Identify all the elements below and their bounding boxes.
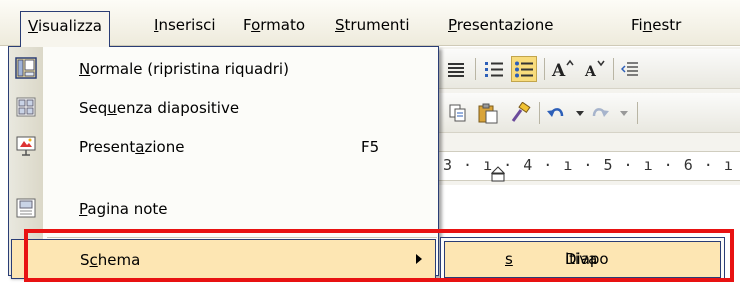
bullet-list-icon[interactable] <box>511 56 537 82</box>
menu-formato-label: rmato <box>260 16 306 34</box>
normal-view-icon <box>14 56 38 80</box>
label-accesskey: s <box>505 250 513 268</box>
decrease-font-size-icon[interactable]: A <box>581 56 607 82</box>
menu-bar: Visualizza Inserisci Formato Strumenti P… <box>0 0 740 47</box>
ruler-ticks: 3 · ı · 4 · ı · 5 · ı · 6 · ı · <box>443 156 740 174</box>
toolbar-separator <box>613 58 614 80</box>
slide-canvas <box>437 185 740 237</box>
toolbar-separator <box>637 102 638 124</box>
application-background: A A 3 · ı · 4 · ı · 5 · ı · 6 · ı · <box>437 47 740 237</box>
label-accesskey: u <box>107 99 117 117</box>
label-rest: zione <box>144 138 185 156</box>
menu-item-normal-label: Normale (ripristina riquadri) <box>79 49 289 89</box>
label-accesskey: c <box>89 251 98 269</box>
label-rest: enza diapositive <box>116 99 240 117</box>
submenu-item-diapositiva[interactable]: Diapo s itiva <box>444 241 721 278</box>
menu-item-notes-page-label: Pagina note <box>79 189 168 229</box>
menu-item-slideshow-shortcut: F5 <box>361 138 380 156</box>
menu-separator <box>47 237 437 238</box>
increase-font-size-icon[interactable]: A <box>549 56 575 82</box>
menu-inserisci[interactable]: Inserisci <box>147 11 223 39</box>
label-prefix: S <box>80 251 90 269</box>
view-menu-dropdown: Normale (ripristina riquadri) Sequenza d… <box>8 46 439 279</box>
notes-page-icon <box>14 196 38 220</box>
label-rest: agina note <box>87 200 168 218</box>
menu-visualizza-accesskey: V <box>28 17 38 35</box>
toolbar-separator <box>544 58 545 80</box>
copy-icon[interactable] <box>445 100 471 126</box>
menu-presentazione-label: resentazione <box>456 16 554 34</box>
justify-icon[interactable] <box>443 56 469 82</box>
standard-toolbar <box>437 93 740 133</box>
svg-text:A: A <box>551 61 566 79</box>
slideshow-icon <box>14 134 38 158</box>
menu-finestra-label: estr <box>652 16 682 34</box>
toolbar-separator <box>539 102 540 124</box>
menu-formato-accesskey: o <box>251 16 261 34</box>
toolbar-separator <box>475 58 476 80</box>
menu-strumenti-accesskey: S <box>335 16 345 34</box>
menu-item-normal[interactable]: Normale (ripristina riquadri) <box>9 49 438 89</box>
submenu-arrow-icon <box>416 254 422 264</box>
schema-submenu: Diapo s itiva <box>440 237 725 282</box>
menu-formato-prefix: F <box>243 16 252 34</box>
slide-sorter-icon <box>14 95 38 119</box>
decrease-indent-icon[interactable] <box>617 56 643 82</box>
menu-item-slideshow-label: Presentazione <box>79 127 184 167</box>
label-prefix: Present <box>79 138 136 156</box>
menu-finestra[interactable]: Finestr <box>624 11 688 39</box>
menu-visualizza[interactable]: Visualizza <box>20 11 110 47</box>
menu-item-schema[interactable]: Schema <box>11 239 436 279</box>
menu-strumenti-label: trumenti <box>344 16 410 34</box>
menu-item-slideshow[interactable]: Presentazione F5 <box>9 127 438 167</box>
undo-icon[interactable] <box>543 100 569 126</box>
menu-finestra-prefix: Fi <box>631 16 643 34</box>
label-prefix: Seq <box>79 99 108 117</box>
label-rest: itiva <box>565 250 598 268</box>
redo-icon[interactable] <box>587 100 613 126</box>
formatting-toolbar: A A <box>437 49 740 89</box>
menu-item-slide-sorter-label: Sequenza diapositive <box>79 88 239 128</box>
numbered-list-icon[interactable] <box>481 56 507 82</box>
menu-item-schema-label: Schema <box>80 240 140 280</box>
label-rest: ormale (ripristina riquadri) <box>90 60 289 78</box>
menu-formato[interactable]: Formato <box>236 11 312 39</box>
paste-icon[interactable] <box>475 100 501 126</box>
label-rest: hema <box>97 251 141 269</box>
menu-finestra-accesskey: n <box>642 16 653 34</box>
redo-dropdown-icon[interactable] <box>611 100 637 126</box>
menu-item-notes-page[interactable]: Pagina note <box>9 189 438 229</box>
submenu-item-diapositiva-label: Diapo s itiva <box>505 242 609 277</box>
menu-item-slide-sorter[interactable]: Sequenza diapositive <box>9 88 438 128</box>
horizontal-ruler[interactable]: 3 · ı · 4 · ı · 5 · ı · 6 · ı · <box>437 151 740 182</box>
format-painter-icon[interactable] <box>507 100 533 126</box>
svg-text:A: A <box>584 64 597 79</box>
label-accesskey: N <box>79 60 91 78</box>
menu-strumenti[interactable]: Strumenti <box>328 11 416 39</box>
indent-marker-icon[interactable] <box>491 166 505 182</box>
menu-presentazione[interactable]: Presentazione <box>441 11 560 39</box>
menu-visualizza-label: isualizza <box>37 17 102 35</box>
menu-inserisci-label: nserisci <box>158 16 216 34</box>
menu-presentazione-accesskey: P <box>448 16 457 34</box>
